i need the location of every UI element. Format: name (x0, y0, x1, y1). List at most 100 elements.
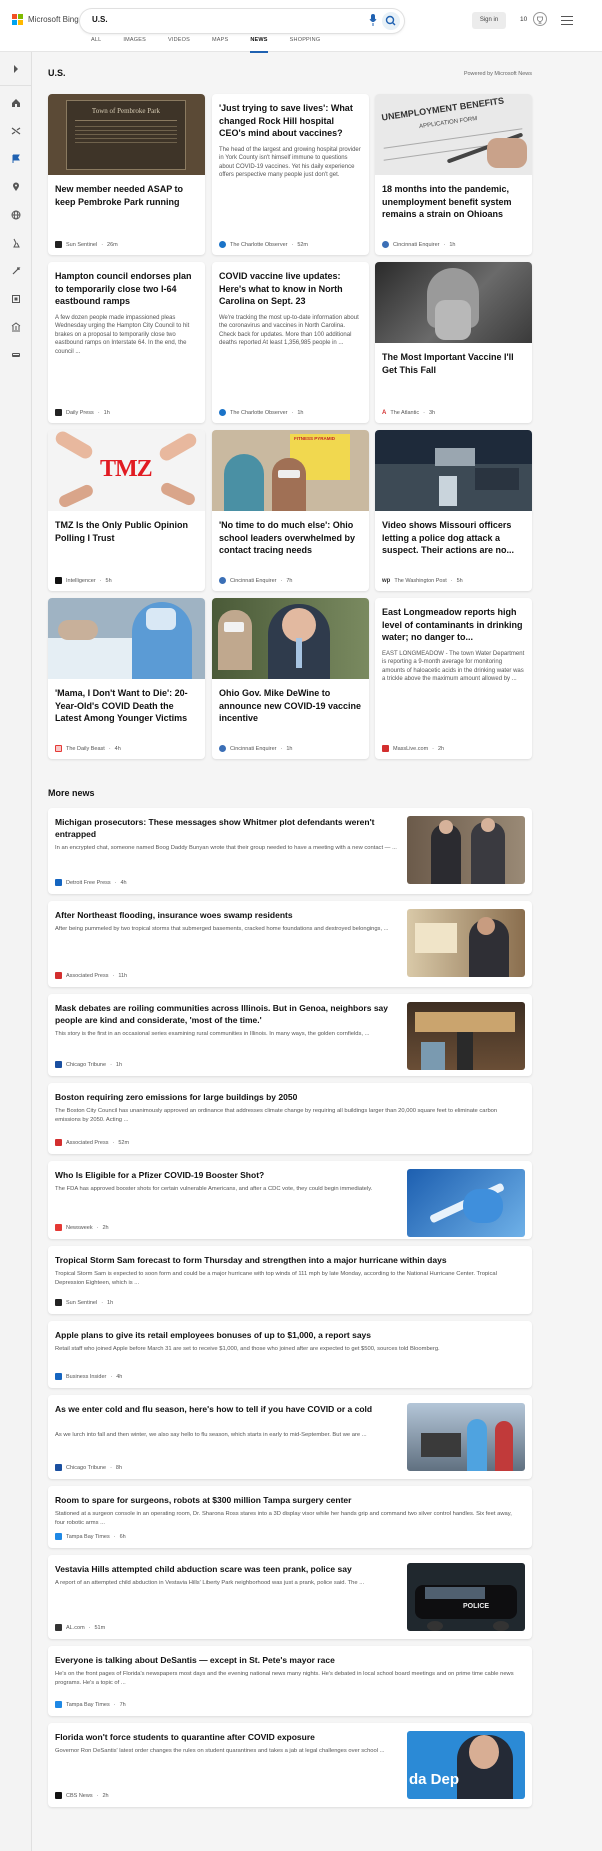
card-title[interactable]: 'No time to do much else': Ohio school l… (212, 511, 369, 557)
item-title[interactable]: After Northeast flooding, insurance woes… (55, 909, 405, 921)
item-title[interactable]: Everyone is talking about DeSantis — exc… (55, 1654, 523, 1666)
news-card[interactable]: Ohio Gov. Mike DeWine to announce new CO… (212, 598, 369, 759)
card-snippet: We're tracking the most up-to-date infor… (219, 314, 359, 347)
item-title[interactable]: Who Is Eligible for a Pfizer COVID-19 Bo… (55, 1169, 405, 1181)
search-button[interactable] (382, 12, 400, 30)
news-list-item[interactable]: As we enter cold and flu season, here's … (48, 1395, 532, 1479)
news-list-item[interactable]: Florida won't force students to quaranti… (48, 1723, 532, 1807)
rail-expand-button[interactable] (0, 52, 32, 86)
item-title[interactable]: Tropical Storm Sam forecast to form Thur… (55, 1254, 523, 1266)
news-list-item[interactable]: Everyone is talking about DeSantis — exc… (48, 1646, 532, 1716)
item-title[interactable]: Mask debates are roiling communities acr… (55, 1002, 405, 1026)
search-tabs: ALL IMAGES VIDEOS MAPS NEWS SHOPPING (80, 37, 332, 53)
car-icon[interactable] (11, 350, 21, 360)
news-card[interactable]: 'Just trying to save lives': What change… (212, 94, 369, 255)
news-list-item[interactable]: Michigan prosecutors: These messages sho… (48, 808, 532, 894)
item-thumbnail[interactable]: da Dep (407, 1731, 525, 1799)
news-card[interactable]: Hampton council endorses plan to tempora… (48, 262, 205, 423)
item-source: Chicago Tribune · 8h (55, 1464, 122, 1471)
tab-images[interactable]: IMAGES (112, 37, 157, 47)
tab-news[interactable]: NEWS (239, 37, 278, 53)
tab-shopping[interactable]: SHOPPING (279, 37, 332, 47)
item-thumbnail[interactable] (407, 1169, 525, 1237)
news-list-item[interactable]: Mask debates are roiling communities acr… (48, 994, 532, 1076)
expand-icon (14, 65, 18, 73)
shuffle-icon[interactable] (11, 126, 21, 136)
news-card[interactable]: 'Mama, I Don't Want to Die': 20-Year-Old… (48, 598, 205, 759)
globe-icon[interactable] (11, 210, 21, 220)
news-list-item[interactable]: Apple plans to give its retail employees… (48, 1321, 532, 1388)
card-source: The Charlotte Observer · 1h (219, 409, 303, 416)
source-age: 2h (438, 745, 445, 752)
news-card[interactable]: FITNESS PYRAMID 'No time to do much else… (212, 430, 369, 591)
item-title[interactable]: As we enter cold and flu season, here's … (55, 1403, 405, 1415)
item-title[interactable]: Michigan prosecutors: These messages sho… (55, 816, 405, 840)
rewards-icon[interactable] (533, 12, 547, 26)
source-age: 4h (120, 879, 127, 886)
source-name: Daily Press (66, 409, 94, 416)
card-image: TMZ (48, 430, 205, 511)
powered-by[interactable]: Powered by Microsoft News (464, 71, 532, 77)
news-card[interactable]: Video shows Missouri officers letting a … (375, 430, 532, 591)
tab-all[interactable]: ALL (80, 37, 112, 47)
item-title[interactable]: Vestavia Hills attempted child abduction… (55, 1563, 405, 1575)
card-title[interactable]: 18 months into the pandemic, unemploymen… (375, 175, 532, 221)
item-thumbnail[interactable]: POLICE (407, 1563, 525, 1631)
money-icon[interactable] (11, 322, 21, 332)
item-title[interactable]: Florida won't force students to quaranti… (55, 1731, 405, 1743)
item-title[interactable]: Boston requiring zero emissions for larg… (55, 1091, 523, 1103)
card-title[interactable]: The Most Important Vaccine I'll Get This… (375, 343, 532, 376)
thumbnail-banner-text: da Dep (409, 1771, 460, 1788)
tab-videos[interactable]: VIDEOS (157, 37, 201, 47)
card-title[interactable]: Ohio Gov. Mike DeWine to announce new CO… (212, 679, 369, 725)
card-title[interactable]: TMZ Is the Only Public Opinion Polling I… (48, 511, 205, 544)
card-title[interactable]: 'Just trying to save lives': What change… (212, 94, 369, 140)
location-icon[interactable] (11, 182, 21, 192)
bing-logo[interactable]: Microsoft Bing (12, 14, 79, 25)
home-icon[interactable] (11, 98, 21, 108)
card-title[interactable]: Video shows Missouri officers letting a … (375, 511, 532, 557)
item-title[interactable]: Room to spare for surgeons, robots at $3… (55, 1494, 523, 1506)
news-list-item[interactable]: Who Is Eligible for a Pfizer COVID-19 Bo… (48, 1161, 532, 1239)
source-logo-icon (219, 577, 226, 584)
search-box[interactable]: U.S. (80, 9, 404, 33)
microphone-icon[interactable] (369, 14, 377, 26)
source-logo-icon (55, 409, 62, 416)
sign-in-button[interactable]: Sign in (472, 12, 506, 29)
news-card[interactable]: Town of Pembroke Park New member needed … (48, 94, 205, 255)
card-title[interactable]: New member needed ASAP to keep Pembroke … (48, 175, 205, 208)
news-list-item[interactable]: Tropical Storm Sam forecast to form Thur… (48, 1246, 532, 1314)
rewards-count[interactable]: 10 (520, 16, 527, 23)
menu-icon[interactable] (561, 16, 573, 28)
item-thumbnail[interactable] (407, 909, 525, 977)
news-list-item[interactable]: Room to spare for surgeons, robots at $3… (48, 1486, 532, 1548)
item-title[interactable]: Apple plans to give its retail employees… (55, 1329, 523, 1341)
source-logo-icon (55, 1701, 62, 1708)
card-title[interactable]: East Longmeadow reports high level of co… (375, 598, 532, 644)
source-age: 2h (102, 1224, 109, 1231)
science-icon[interactable] (11, 238, 21, 248)
movies-icon[interactable] (11, 294, 21, 304)
item-thumbnail[interactable] (407, 1403, 525, 1471)
news-card[interactable]: COVID vaccine live updates: Here's what … (212, 262, 369, 423)
news-list-item[interactable]: Boston requiring zero emissions for larg… (48, 1083, 532, 1154)
news-card[interactable]: UNEMPLOYMENT BENEFITS APPLICATION FORM 1… (375, 94, 532, 255)
card-title[interactable]: COVID vaccine live updates: Here's what … (212, 262, 369, 308)
search-input[interactable]: U.S. (92, 15, 108, 24)
source-logo-icon (55, 1624, 62, 1631)
tab-maps[interactable]: MAPS (201, 37, 239, 47)
card-source: Cincinnati Enquirer · 1h (382, 241, 455, 248)
flag-icon[interactable] (11, 154, 21, 164)
sports-icon[interactable] (11, 266, 21, 276)
news-list-item[interactable]: After Northeast flooding, insurance woes… (48, 901, 532, 987)
item-thumbnail[interactable] (407, 816, 525, 884)
news-list-item[interactable]: Vestavia Hills attempted child abduction… (48, 1555, 532, 1639)
card-title[interactable]: Hampton council endorses plan to tempora… (48, 262, 205, 308)
news-card[interactable]: The Most Important Vaccine I'll Get This… (375, 262, 532, 423)
news-card[interactable]: East Longmeadow reports high level of co… (375, 598, 532, 759)
item-description: Retail staff who joined Apple before Mar… (55, 1346, 440, 1352)
news-card[interactable]: TMZ TMZ Is the Only Public Opinion Polli… (48, 430, 205, 591)
item-thumbnail[interactable] (407, 1002, 525, 1070)
form-sub-text: APPLICATION FORM (418, 115, 478, 131)
card-title[interactable]: 'Mama, I Don't Want to Die': 20-Year-Old… (48, 679, 205, 725)
